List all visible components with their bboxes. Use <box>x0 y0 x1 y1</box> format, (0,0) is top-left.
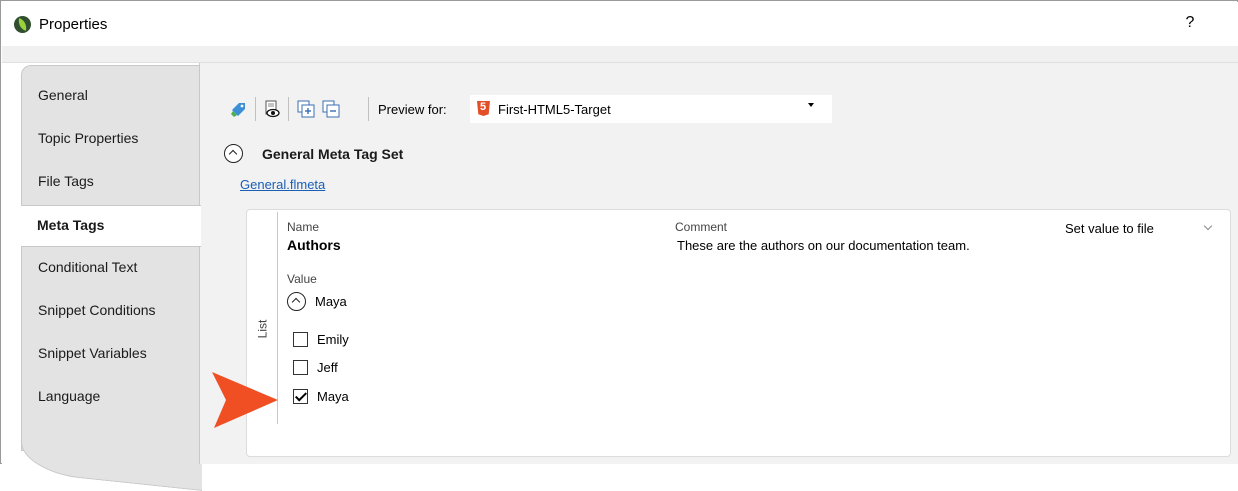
collapse-section-icon[interactable] <box>224 144 243 163</box>
tab-label: Language <box>38 388 101 404</box>
current-value: Maya <box>315 294 347 309</box>
tag-paint-icon[interactable] <box>230 100 248 118</box>
option-label: Maya <box>317 389 349 404</box>
tab-label: Snippet Conditions <box>38 302 156 318</box>
toolbar-separator <box>255 97 256 121</box>
checkbox-emily[interactable] <box>293 332 308 347</box>
tab-conditional-text[interactable]: Conditional Text <box>22 248 199 288</box>
value-action-dropdown[interactable]: Set value to file <box>1065 218 1225 240</box>
preview-eye-icon[interactable] <box>263 100 281 118</box>
meta-tags-content: Preview for: First-HTML5-Target General … <box>199 63 1238 464</box>
tab-label: Snippet Variables <box>38 345 147 361</box>
callout-arrow-icon <box>212 372 278 428</box>
option-label: Emily <box>317 332 349 347</box>
name-value: Authors <box>287 237 341 253</box>
properties-window: Properties ? General Topic Properties Fi… <box>0 0 1238 465</box>
dropdown-arrow-icon <box>808 103 814 107</box>
meta-tag-set-title: General Meta Tag Set <box>262 146 404 162</box>
chevron-down-icon <box>1203 221 1213 231</box>
meta-tag-card: List Name Authors Comment These are the … <box>246 209 1231 457</box>
toolbar-separator <box>288 97 289 121</box>
window-title: Properties <box>39 16 108 33</box>
help-button[interactable]: ? <box>1180 14 1200 32</box>
preview-target-dropdown[interactable]: First-HTML5-Target <box>470 95 832 123</box>
tab-label: General <box>38 87 88 103</box>
tab-snippet-variables[interactable]: Snippet Variables <box>22 334 199 374</box>
list-type-label: List <box>255 319 270 339</box>
tab-label: Conditional Text <box>38 259 138 275</box>
value-action-value: Set value to file <box>1065 221 1154 236</box>
tab-label: File Tags <box>38 173 94 189</box>
html5-target-icon <box>477 101 490 116</box>
checkbox-jeff[interactable] <box>293 360 308 375</box>
tab-general[interactable]: General <box>22 76 199 116</box>
preview-for-label: Preview for: <box>378 102 447 117</box>
name-label: Name <box>287 220 320 234</box>
comment-label: Comment <box>675 220 728 234</box>
value-label: Value <box>287 272 317 286</box>
checkbox-maya[interactable] <box>293 389 308 404</box>
app-logo-icon <box>14 16 31 33</box>
toolbar-separator <box>368 97 369 121</box>
tab-file-tags[interactable]: File Tags <box>22 162 199 202</box>
meta-toolbar: Preview for: First-HTML5-Target <box>222 93 1232 127</box>
collapse-all-icon[interactable] <box>322 100 340 118</box>
option-label: Jeff <box>317 360 338 375</box>
meta-file-link[interactable]: General.flmeta <box>240 177 325 192</box>
title-bar: Properties ? <box>2 2 1238 46</box>
tab-panel: General Topic Properties File Tags Meta … <box>2 63 201 465</box>
preview-target-value: First-HTML5-Target <box>498 102 611 117</box>
expand-all-icon[interactable] <box>297 100 315 118</box>
tab-label: Meta Tags <box>37 217 105 233</box>
collapse-value-icon[interactable] <box>287 292 306 311</box>
tab-label: Topic Properties <box>38 130 139 146</box>
tab-list: General Topic Properties File Tags Meta … <box>21 65 201 451</box>
tab-language[interactable]: Language <box>22 377 199 417</box>
header-strip <box>2 46 1238 63</box>
tab-topic-properties[interactable]: Topic Properties <box>22 119 199 159</box>
tab-meta-tags[interactable]: Meta Tags <box>21 205 201 247</box>
tab-snippet-conditions[interactable]: Snippet Conditions <box>22 291 199 331</box>
comment-value: These are the authors on our documentati… <box>677 238 970 253</box>
